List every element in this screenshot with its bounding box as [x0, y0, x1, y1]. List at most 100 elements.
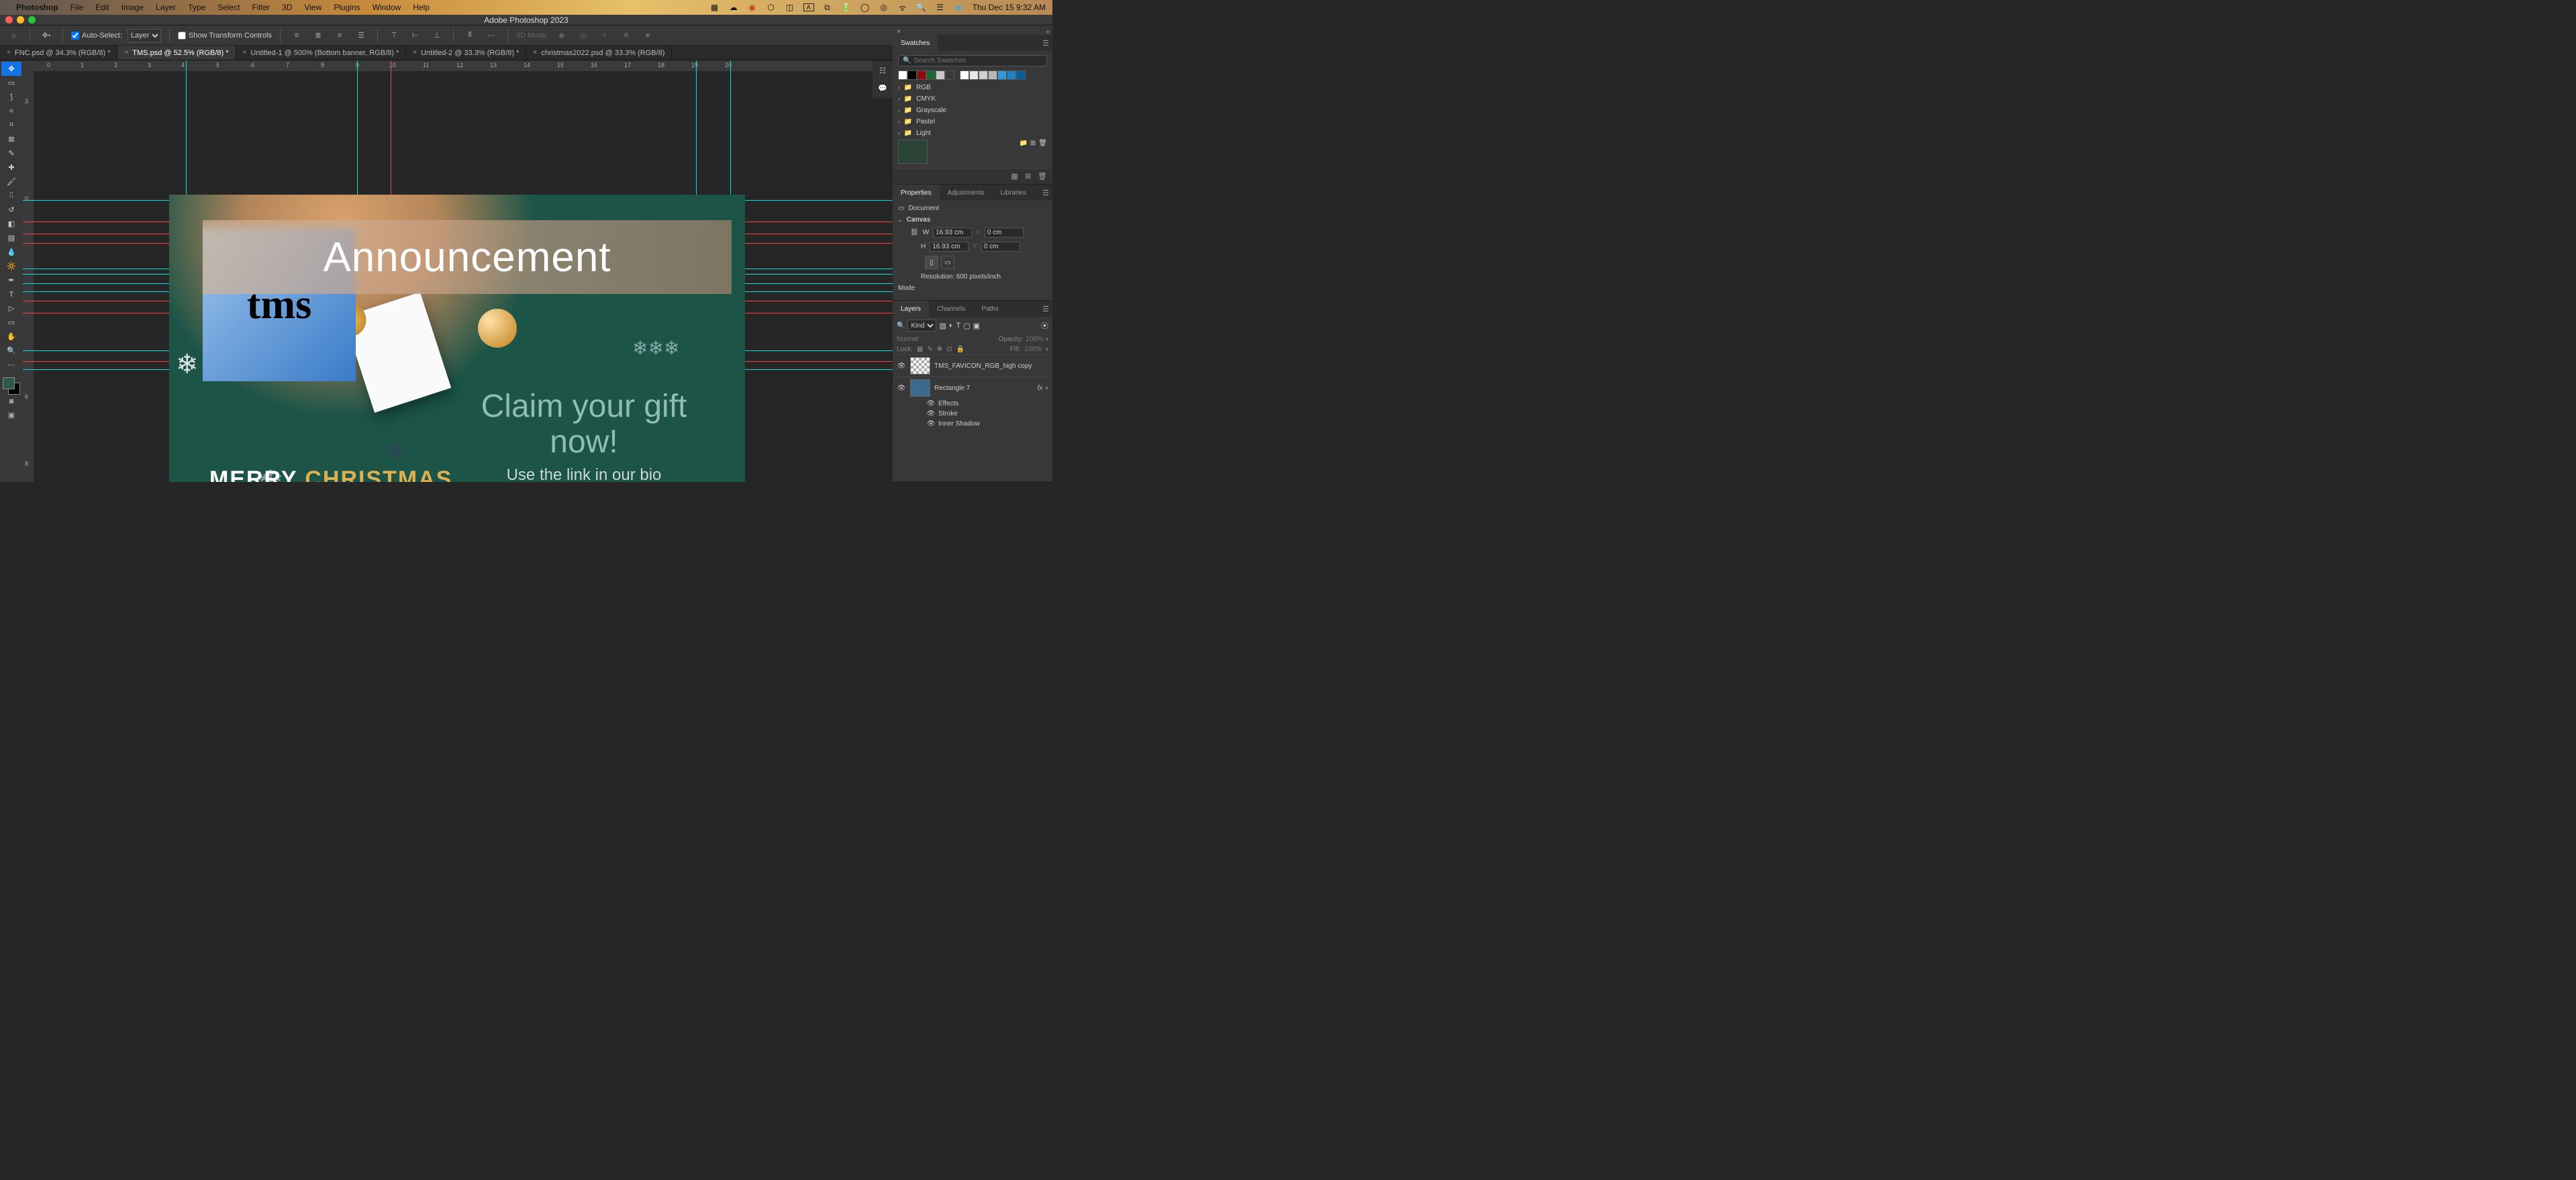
ruler-origin[interactable] — [23, 60, 34, 71]
panel-menu-icon[interactable]: ☰ — [1039, 35, 1052, 51]
ruler-horizontal[interactable]: 0 1 2 3 4 5 6 7 8 9 10 11 12 13 14 15 16… — [34, 60, 893, 71]
home-button[interactable]: ⌂ — [5, 28, 21, 43]
swatch[interactable] — [936, 70, 945, 80]
close-window-button[interactable] — [5, 16, 13, 23]
collapsed-panel-icon[interactable]: 💬 — [873, 81, 893, 95]
control-center-icon[interactable]: ◎ — [879, 3, 889, 12]
tab-fnc[interactable]: ×FNC.psd @ 34.3% (RGB/8) * — [0, 46, 117, 60]
input-icon[interactable]: A — [803, 3, 814, 11]
align-right-icon[interactable]: ≡ — [332, 28, 348, 43]
heal-tool[interactable]: ✚ — [1, 160, 21, 175]
swatch-new-icon[interactable]: ⊞ — [1030, 140, 1036, 164]
layer-row[interactable]: 👁 Rectangle 7 fx ˄ — [893, 377, 1052, 399]
recent-swatch-thumb[interactable] — [898, 140, 928, 164]
swatch-folder-icon[interactable]: 📁 — [1019, 140, 1027, 164]
menu-select[interactable]: Select — [217, 3, 240, 12]
menu-file[interactable]: File — [70, 3, 83, 12]
gradient-tool[interactable]: ▤ — [1, 231, 21, 245]
tab-channels[interactable]: Channels — [929, 301, 973, 317]
shape-tool[interactable]: ▭ — [1, 315, 21, 330]
swatch-grid-icon[interactable]: ▦ — [1011, 172, 1018, 181]
layer-row[interactable]: 👁 TMS_FAVICON_RGB_high copy — [893, 354, 1052, 377]
menu-image[interactable]: Image — [121, 3, 144, 12]
stamp-tool[interactable]: ⎍ — [1, 189, 21, 203]
panel-menu-icon[interactable]: ☰ — [1039, 185, 1052, 201]
swatch-delete-icon[interactable]: 🗑 — [1038, 172, 1047, 181]
blend-mode[interactable]: Normal — [897, 336, 918, 343]
canvas-height-input[interactable] — [930, 242, 969, 252]
swatch[interactable] — [960, 70, 969, 80]
menu-edit[interactable]: Edit — [95, 3, 109, 12]
swatch[interactable] — [1016, 70, 1026, 80]
close-tab-icon[interactable]: × — [413, 49, 417, 56]
app-name[interactable]: Photoshop — [16, 3, 58, 12]
swatch[interactable] — [926, 70, 936, 80]
filter-shape-icon[interactable]: ▢ — [963, 322, 970, 330]
display-icon[interactable]: ⧉ — [822, 3, 833, 13]
battery-icon[interactable]: 🔋 — [841, 3, 852, 12]
align-top-icon[interactable]: ⊤ — [386, 28, 402, 43]
lock-pos-icon[interactable]: ✥ — [937, 346, 942, 353]
brush-tool[interactable]: 🖌 — [1, 175, 21, 189]
zoom-window-button[interactable] — [28, 16, 36, 23]
lock-all-icon[interactable]: 🔒 — [956, 346, 964, 353]
swatch-delete-icon[interactable]: 🗑 — [1038, 140, 1047, 164]
filter-pixel-icon[interactable]: ▧ — [939, 322, 946, 330]
hex-icon[interactable]: ⬡ — [766, 3, 777, 12]
control-icon[interactable]: ☰ — [935, 3, 946, 12]
auto-select-kind[interactable]: Layer — [128, 29, 161, 42]
search-icon[interactable]: 🔍 — [916, 3, 927, 12]
move-tool-preset[interactable]: ✥▾ — [38, 28, 54, 43]
layer-thumb[interactable] — [910, 357, 930, 375]
close-tab-icon[interactable]: × — [243, 49, 247, 56]
align-full-icon[interactable]: ☰ — [353, 28, 369, 43]
menu-type[interactable]: Type — [188, 3, 205, 12]
tab-untitled2[interactable]: ×Untitled-2 @ 33.3% (RGB/8) * — [406, 46, 526, 60]
dodge-tool[interactable]: 🔆 — [1, 259, 21, 273]
tab-libraries[interactable]: Libraries — [993, 185, 1034, 201]
hand-tool[interactable]: ✋ — [1, 330, 21, 344]
tab-tms[interactable]: ×TMS.psd @ 52.5% (RGB/8) * — [117, 46, 236, 60]
layer-filter-kind[interactable]: Kind — [907, 319, 936, 332]
layer-thumb[interactable] — [910, 379, 930, 397]
swatch-new-icon[interactable]: ⊞ — [1025, 172, 1031, 181]
tab-christmas[interactable]: ×christmas2022.psd @ 33.3% (RGB/8) — [526, 46, 672, 60]
canvas-width-input[interactable] — [933, 228, 972, 238]
path-select-tool[interactable]: ▷ — [1, 301, 21, 315]
swatch[interactable] — [988, 70, 997, 80]
align-bottom-icon[interactable]: ⊥ — [429, 28, 445, 43]
wand-tool[interactable]: ✧ — [1, 104, 21, 118]
close-tab-icon[interactable]: × — [533, 49, 537, 56]
zoom-tool[interactable]: 🔍 — [1, 344, 21, 358]
menu-window[interactable]: Window — [373, 3, 401, 12]
align-middle-icon[interactable]: ⊢ — [407, 28, 424, 43]
tab-adjustments[interactable]: Adjustments — [940, 185, 993, 201]
swatch[interactable] — [898, 70, 907, 80]
lock-trans-icon[interactable]: ▦ — [917, 346, 923, 353]
pen-tool[interactable]: ✒ — [1, 273, 21, 287]
quickmask-toggle[interactable]: ◙ — [1, 395, 21, 408]
tab-properties[interactable]: Properties — [893, 185, 940, 201]
swatch[interactable] — [945, 70, 954, 80]
effect-stroke[interactable]: 👁Stroke — [893, 409, 1052, 419]
tab-layers[interactable]: Layers — [893, 301, 929, 317]
menu-3d[interactable]: 3D — [282, 3, 292, 12]
filter-type-icon[interactable]: T — [956, 322, 961, 330]
close-tab-icon[interactable]: × — [7, 49, 11, 56]
history-brush-tool[interactable]: ↺ — [1, 203, 21, 217]
menu-help[interactable]: Help — [413, 3, 430, 12]
siri-icon[interactable]: ◉ — [954, 3, 964, 12]
effects-header[interactable]: 👁Effects — [893, 399, 1052, 409]
distribute-icon[interactable]: ⫴ — [462, 28, 478, 43]
orientation-landscape[interactable]: ▭ — [941, 256, 954, 269]
lock-nest-icon[interactable]: ⊡ — [946, 346, 952, 353]
more-align-icon[interactable]: ⋯ — [483, 28, 499, 43]
canvas-area[interactable]: 0 1 2 3 4 5 6 7 8 9 10 11 12 13 14 15 16… — [23, 60, 893, 482]
visibility-toggle[interactable]: 👁 — [897, 362, 906, 370]
frame-tool[interactable]: ⊠ — [1, 132, 21, 146]
marquee-tool[interactable]: ▭ — [1, 76, 21, 90]
tab-untitled1[interactable]: ×Untitled-1 @ 500% (Bottom banner, RGB/8… — [236, 46, 407, 60]
lock-paint-icon[interactable]: ✎ — [927, 346, 932, 353]
panel-menu-icon[interactable]: ☰ — [1039, 301, 1052, 317]
swatch[interactable] — [1007, 70, 1016, 80]
